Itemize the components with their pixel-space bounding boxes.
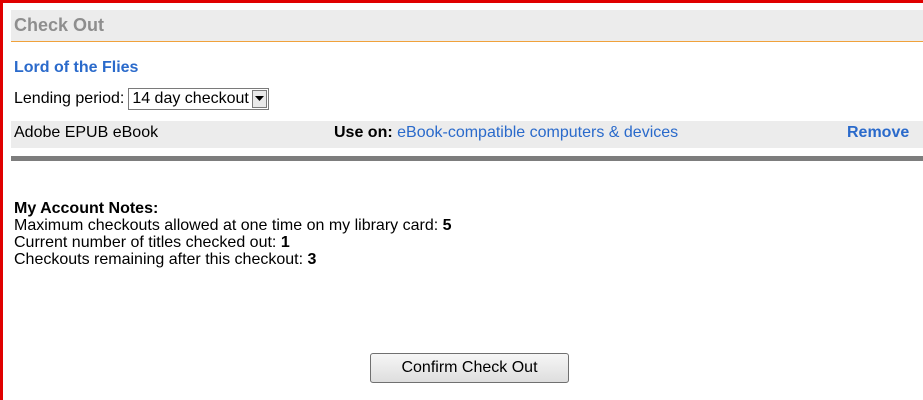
page-frame: Check Out Lord of the Flies Lending peri… bbox=[0, 0, 923, 400]
max-checkouts-label: Maximum checkouts allowed at one time on… bbox=[14, 217, 439, 234]
remaining-checkouts-line: Checkouts remaining after this checkout:… bbox=[14, 251, 452, 268]
compatible-devices-link[interactable]: eBook-compatible computers & devices bbox=[397, 124, 678, 141]
remaining-checkouts-value: 3 bbox=[307, 251, 317, 268]
notes-heading: My Account Notes: bbox=[14, 200, 159, 217]
lending-period-label: Lending period: bbox=[14, 90, 125, 107]
chevron-down-icon[interactable] bbox=[251, 90, 267, 108]
remove-link[interactable]: Remove bbox=[847, 124, 909, 142]
current-checkouts-line: Current number of titles checked out: 1 bbox=[14, 234, 452, 251]
lending-period-value: 14 day checkout bbox=[132, 90, 249, 107]
format-row: Adobe EPUB eBook Use on: eBook-compatibl… bbox=[11, 121, 923, 148]
page-title: Check Out bbox=[14, 15, 105, 35]
max-checkouts-line: Maximum checkouts allowed at one time on… bbox=[14, 217, 452, 234]
lending-period-row: Lending period: 14 day checkout bbox=[14, 87, 269, 111]
lending-period-select[interactable]: 14 day checkout bbox=[128, 88, 269, 110]
section-divider bbox=[11, 156, 923, 161]
account-notes: My Account Notes: Maximum checkouts allo… bbox=[14, 200, 452, 268]
format-name: Adobe EPUB eBook bbox=[14, 124, 159, 141]
checkout-header: Check Out bbox=[11, 10, 923, 42]
max-checkouts-value: 5 bbox=[442, 217, 452, 234]
confirm-checkout-button[interactable]: Confirm Check Out bbox=[370, 353, 569, 383]
current-checkouts-value: 1 bbox=[280, 234, 290, 251]
remaining-checkouts-label: Checkouts remaining after this checkout: bbox=[14, 251, 304, 268]
book-title-link[interactable]: Lord of the Flies bbox=[14, 59, 138, 77]
current-checkouts-label: Current number of titles checked out: bbox=[14, 234, 277, 251]
use-on-label: Use on: bbox=[334, 124, 393, 141]
use-on: Use on: eBook-compatible computers & dev… bbox=[334, 124, 678, 142]
